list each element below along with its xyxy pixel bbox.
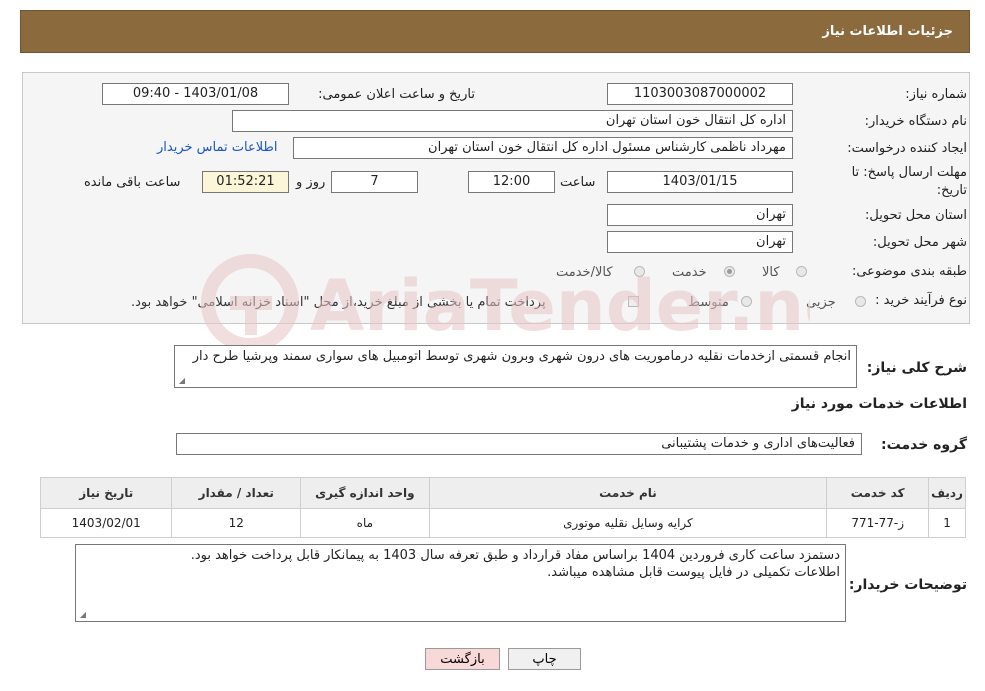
services-section-title: اطلاعات خدمات مورد نیاز	[791, 396, 967, 412]
process-minor-label: جزیی	[806, 295, 836, 310]
col-need-date: تاریخ نیاز	[39, 477, 173, 509]
buyer-notes-line-1: دستمزد ساعت کاری فروردین 1404 براساس مفا…	[190, 548, 840, 563]
need-number-field: 1103003087000002	[607, 83, 793, 105]
buyer-org-field: اداره کل انتقال خون استان تهران	[232, 110, 793, 132]
category-service-label: خدمت	[672, 265, 707, 280]
process-medium-label: متوسط	[688, 295, 729, 310]
remaining-time-label: ساعت باقی مانده	[84, 175, 181, 190]
summary-text: انجام قسمتی ازخدمات نقلیه درماموریت های …	[192, 349, 851, 364]
days-label: روز و	[296, 175, 326, 190]
summary-label: شرح کلی نیاز:	[866, 360, 967, 376]
cell-service-code: ز-77-771	[826, 508, 930, 538]
service-group-label: گروه خدمت:	[881, 437, 967, 453]
page-header: جزئیات اطلاعات نیاز	[20, 10, 970, 53]
category-label: طبقه بندی موضوعی:	[851, 264, 967, 279]
creator-field: مهرداد ناظمی کارشناس مسئول اداره کل انتق…	[293, 137, 793, 159]
buyer-contact-link[interactable]: اطلاعات تماس خریدار	[157, 140, 277, 155]
cell-unit: ماه	[300, 508, 430, 538]
summary-textarea[interactable]: انجام قسمتی ازخدمات نقلیه درماموریت های …	[174, 345, 857, 388]
cell-quantity: 12	[171, 508, 302, 538]
category-goods-service-label: کالا/خدمت	[556, 265, 613, 280]
creator-label: ایجاد کننده درخواست:	[847, 141, 967, 156]
col-unit: واحد اندازه گیری	[300, 477, 430, 509]
back-button[interactable]: بازگشت	[425, 648, 500, 670]
category-goods-radio[interactable]	[796, 266, 807, 277]
announce-label: تاریخ و ساعت اعلان عمومی:	[318, 87, 475, 102]
deadline-label-2: تاریخ:	[936, 183, 967, 198]
buyer-org-label: نام دستگاه خریدار:	[864, 114, 967, 129]
province-field: تهران	[607, 204, 793, 226]
province-label: استان محل تحویل:	[865, 208, 967, 223]
process-medium-radio[interactable]	[741, 296, 752, 307]
col-service-code: کد خدمت	[826, 477, 930, 509]
page-title: جزئیات اطلاعات نیاز	[822, 24, 953, 39]
services-table: ردیف کد خدمت نام خدمت واحد اندازه گیری ت…	[39, 477, 966, 538]
deadline-time-label: ساعت	[560, 175, 596, 190]
process-minor-radio[interactable]	[855, 296, 866, 307]
col-row: ردیف	[928, 477, 966, 509]
treasury-payment-note: پرداخت تمام یا بخشی از مبلغ خرید،از محل …	[131, 295, 546, 310]
table-header-row: ردیف کد خدمت نام خدمت واحد اندازه گیری ت…	[39, 477, 966, 509]
category-goods-label: کالا	[762, 265, 780, 280]
deadline-time-field: 12:00	[468, 171, 555, 193]
announce-datetime-field: 1403/01/08 - 09:40	[102, 83, 289, 105]
cell-need-date: 1403/02/01	[39, 508, 173, 538]
deadline-date-field: 1403/01/15	[607, 171, 793, 193]
service-group-field: فعالیت‌های اداری و خدمات پشتیبانی	[176, 433, 862, 455]
city-field: تهران	[607, 231, 793, 253]
col-service-name: نام خدمت	[428, 477, 828, 509]
print-button[interactable]: چاپ	[508, 648, 581, 670]
col-quantity: تعداد / مقدار	[171, 477, 302, 509]
need-number-label: شماره نیاز:	[905, 87, 967, 102]
city-label: شهر محل تحویل:	[872, 235, 967, 250]
resize-grip-icon[interactable]: ◢	[78, 611, 86, 619]
days-field: 7	[331, 171, 418, 193]
category-service-radio[interactable]	[724, 266, 735, 277]
remaining-time-field: 01:52:21	[202, 171, 289, 193]
buyer-notes-textarea[interactable]: دستمزد ساعت کاری فروردین 1404 براساس مفا…	[75, 544, 846, 622]
buyer-notes-line-2: اطلاعات تکمیلی در فایل پیوست قابل مشاهده…	[547, 565, 840, 580]
cell-row: 1	[928, 508, 966, 538]
treasury-payment-checkbox[interactable]	[628, 296, 639, 307]
deadline-label: مهلت ارسال پاسخ: تا	[851, 165, 967, 180]
category-goods-service-radio[interactable]	[634, 266, 645, 277]
buyer-notes-label: توضیحات خریدار:	[848, 577, 967, 593]
cell-service-name: کرایه وسایل نقلیه موتوری	[428, 508, 828, 538]
process-label: نوع فرآیند خرید :	[875, 293, 967, 308]
table-row: 1 ز-77-771 کرایه وسایل نقلیه موتوری ماه …	[39, 508, 966, 538]
resize-grip-icon[interactable]: ◢	[177, 377, 185, 385]
